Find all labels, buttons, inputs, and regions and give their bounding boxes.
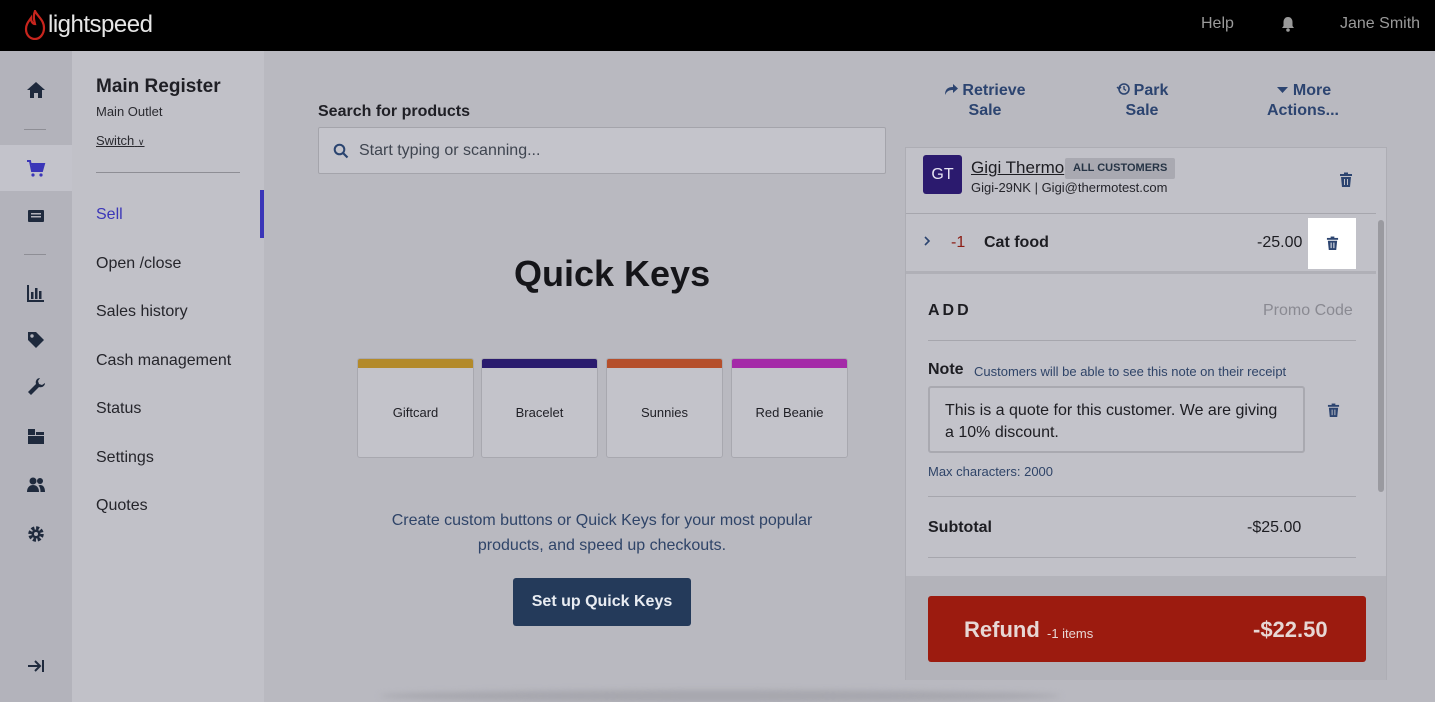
quick-keys-description: Create custom buttons or Quick Keys for … <box>391 512 813 554</box>
redo-arrow-icon <box>945 84 959 95</box>
cart-icon <box>27 160 46 177</box>
trash-icon <box>1326 236 1338 250</box>
quick-key-label: Sunnies <box>641 405 688 420</box>
search-field[interactable] <box>318 127 886 174</box>
note-max-characters: Max characters: 2000 <box>928 464 1054 479</box>
quick-key-giftcard[interactable]: Giftcard <box>357 358 474 458</box>
rail-home[interactable] <box>0 70 72 110</box>
tag-icon <box>28 332 44 348</box>
rail-reports[interactable] <box>0 273 72 313</box>
chevron-down-icon: ∨ <box>137 137 145 147</box>
rail-customers[interactable] <box>0 465 72 505</box>
line-item-name: Cat food <box>984 234 1049 251</box>
register-title: Main Register <box>96 76 221 97</box>
nav-cash-management[interactable]: Cash management <box>96 352 231 370</box>
remove-customer-trash-icon[interactable] <box>1339 172 1353 188</box>
customer-group-badge: ALL CUSTOMERS <box>1065 158 1176 179</box>
nav-settings[interactable]: Settings <box>96 449 154 467</box>
chevron-right-icon[interactable] <box>922 234 932 248</box>
remove-line-item-button[interactable] <box>1308 218 1356 269</box>
help-link[interactable]: Help <box>1201 15 1234 33</box>
quick-key-label: Red Beanie <box>755 405 824 420</box>
brand-name: lightspeed <box>48 11 153 38</box>
register-outlet: Main Outlet <box>96 104 163 119</box>
quick-key-color-bar <box>358 359 473 368</box>
collapse-arrow-icon <box>28 660 44 672</box>
setup-quick-keys-button[interactable]: Set up Quick Keys <box>513 578 691 626</box>
gear-icon <box>28 526 44 542</box>
add-label[interactable]: ADD <box>928 302 972 320</box>
caret-down-icon <box>1276 87 1288 93</box>
quick-key-color-bar <box>607 359 722 368</box>
boxes-icon <box>28 429 44 444</box>
promo-code-link[interactable]: Promo Code <box>1263 302 1353 320</box>
users-icon <box>27 477 45 492</box>
home-icon <box>27 82 45 98</box>
bottom-shadow <box>380 690 1060 702</box>
subtotal-label: Subtotal <box>928 519 992 536</box>
register-nav: Main Register Main Outlet Switch ∨ Sell … <box>72 51 264 702</box>
search-icon <box>333 143 349 158</box>
rail-settings[interactable] <box>0 514 72 554</box>
nav-status[interactable]: Status <box>96 400 141 418</box>
refund-item-count: -1 items <box>1047 626 1094 641</box>
refund-button[interactable]: Refund -1 items -$22.50 <box>928 596 1366 662</box>
quick-key-color-bar <box>482 359 597 368</box>
search-input[interactable] <box>359 141 839 160</box>
rail-tools[interactable] <box>0 367 72 407</box>
chart-icon <box>27 285 44 302</box>
line-item-quantity: -1 <box>951 234 966 251</box>
switch-register-link[interactable]: Switch ∨ <box>96 133 145 148</box>
active-indicator <box>260 190 264 238</box>
user-menu[interactable]: Jane Smith <box>1340 15 1420 33</box>
more-actions-button[interactable]: More Actions... <box>1262 81 1344 121</box>
rail-products[interactable] <box>0 320 72 360</box>
icon-rail <box>0 51 72 702</box>
quick-key-bracelet[interactable]: Bracelet <box>481 358 598 458</box>
register-icon <box>28 210 44 222</box>
park-sale-button[interactable]: Park Sale <box>1110 81 1174 121</box>
subtotal-value: -$25.00 <box>1247 519 1302 536</box>
flame-icon <box>24 10 46 40</box>
quick-keys-title: Quick Keys <box>514 253 711 294</box>
quick-key-label: Bracelet <box>515 405 564 420</box>
retrieve-sale-button[interactable]: Retrieve Sale <box>938 81 1032 121</box>
customer-details: Gigi-29NK | Gigi@thermotest.com <box>971 180 1168 195</box>
nav-open-close[interactable]: Open /close <box>96 255 181 273</box>
quick-key-sunnies[interactable]: Sunnies <box>606 358 723 458</box>
refund-total: -$22.50 <box>1253 617 1328 642</box>
top-bar: lightspeed Help Jane Smith <box>0 0 1435 51</box>
line-item-row[interactable]: -1 Cat food -25.00 <box>906 214 1376 271</box>
rail-sell[interactable] <box>0 145 72 191</box>
line-item-price: -25.00 <box>1257 234 1303 251</box>
nav-quotes[interactable]: Quotes <box>96 497 148 515</box>
nav-sales-history[interactable]: Sales history <box>96 303 188 321</box>
quick-key-label: Giftcard <box>392 405 439 420</box>
rail-register[interactable] <box>0 196 72 236</box>
note-label: Note <box>928 361 964 378</box>
quick-key-color-bar <box>732 359 847 368</box>
note-textarea[interactable]: This is a quote for this customer. We ar… <box>928 386 1305 453</box>
customer-name-link[interactable]: Gigi Thermo <box>971 158 1064 178</box>
lightspeed-logo[interactable]: lightspeed <box>24 8 153 42</box>
bell-icon[interactable] <box>1279 15 1297 33</box>
rail-inventory[interactable] <box>0 416 72 456</box>
customer-avatar: GT <box>923 155 962 194</box>
refund-label: Refund <box>964 617 1040 642</box>
rail-collapse[interactable] <box>0 646 72 686</box>
search-label: Search for products <box>318 103 471 120</box>
delete-note-trash-icon[interactable] <box>1327 403 1340 418</box>
nav-sell[interactable]: Sell <box>96 206 123 224</box>
history-icon <box>1116 83 1130 95</box>
quick-key-red-beanie[interactable]: Red Beanie <box>731 358 848 458</box>
cart-footer: Refund -1 items -$22.50 <box>906 576 1386 680</box>
cart-scrollbar[interactable] <box>1378 220 1384 492</box>
wrench-icon <box>28 378 45 395</box>
sale-panel: GT Gigi Thermo ALL CUSTOMERS Gigi-29NK |… <box>905 147 1387 680</box>
note-hint: Customers will be able to see this note … <box>974 364 1287 379</box>
